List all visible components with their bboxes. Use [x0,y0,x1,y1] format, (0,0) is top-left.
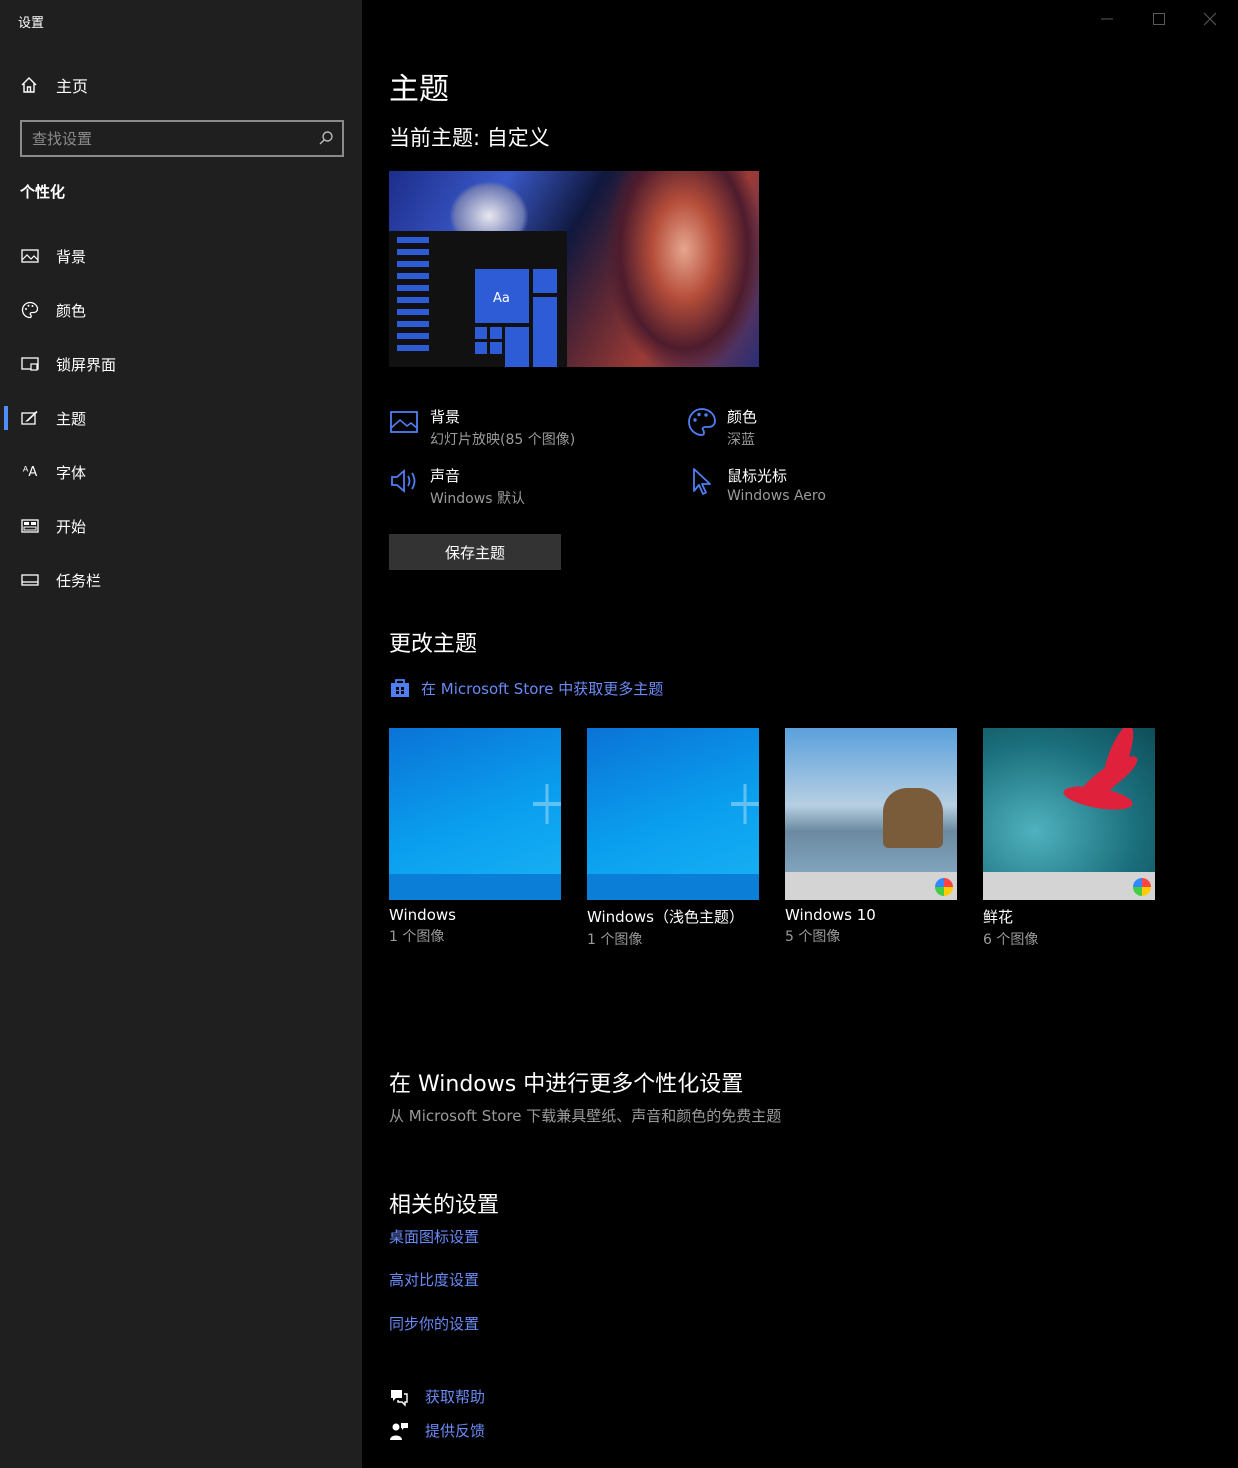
cursor-icon [693,468,711,495]
prop-label: 鼠标光标 [727,467,788,485]
color-wheel-icon [935,878,953,896]
theme-count: 5 个图像 [785,929,841,945]
save-theme-button[interactable]: 保存主题 [389,534,561,570]
sidebar-item-label: 锁屏界面 [56,355,117,374]
current-theme-label: 当前主题: 自定义 [389,126,550,150]
prop-value: 深蓝 [727,432,755,448]
prop-background[interactable]: 背景 幻灯片放映(85 个图像) [389,406,575,449]
change-theme-title: 更改主题 [389,632,478,657]
close-button[interactable] [1203,12,1217,30]
app-title: 设置 [18,16,45,31]
sidebar-item-label: 背景 [56,247,87,266]
sidebar-item-color[interactable]: 颜色 [0,290,362,330]
color-wheel-icon [1133,878,1151,896]
picture-icon [390,411,418,433]
prop-value: 幻灯片放映(85 个图像) [430,432,576,448]
sidebar-item-lock-screen[interactable]: 锁屏界面 [0,344,362,384]
theme-name: Windows 10 [785,906,876,924]
theme-card-windows-10[interactable]: Windows 10 5 个图像 [785,728,957,946]
sidebar-item-taskbar[interactable]: 任务栏 [0,560,362,600]
maximize-icon [1153,13,1165,25]
feedback-link[interactable]: 提供反馈 [389,1420,485,1441]
search-input[interactable] [32,122,302,155]
store-link[interactable]: 在 Microsoft Store 中获取更多主题 [389,677,663,699]
related-settings-title: 相关的设置 [389,1193,500,1218]
prop-value: Windows 默认 [430,491,525,507]
feedback-label: 提供反馈 [425,1422,486,1440]
sync-settings-link[interactable]: 同步你的设置 [389,1313,479,1334]
high-contrast-settings-link[interactable]: 高对比度设置 [389,1269,479,1290]
theme-card-windows-light[interactable]: Windows（浅色主题） 1 个图像 [587,728,759,949]
sidebar-item-label: 主题 [56,409,87,428]
prop-color[interactable]: 颜色 深蓝 [686,406,757,449]
palette-icon [21,301,39,319]
theme-count: 6 个图像 [983,932,1039,948]
sidebar-item-label: 任务栏 [56,571,102,590]
taskbar-icon [21,574,39,586]
desktop-icon-settings-link[interactable]: 桌面图标设置 [389,1226,479,1247]
section-title: 个性化 [20,183,66,201]
prop-label: 背景 [430,408,461,426]
sidebar-item-label: 开始 [56,517,87,536]
home-label: 主页 [56,77,89,96]
search-box[interactable] [20,120,344,157]
minimize-button[interactable] [1100,12,1114,30]
theme-thumbnail [983,728,1155,900]
prop-label: 颜色 [727,408,758,426]
theme-thumbnail [389,728,561,900]
sidebar-item-themes[interactable]: 主题 [0,398,362,438]
theme-thumbnail [587,728,759,900]
preview-tile-text: Aa [493,291,510,306]
sidebar: 设置 主页 个性化 背景 颜色 锁屏界面 主题 ᴬA 字体 开始 [0,0,362,1468]
theme-preview: Aa [389,171,759,367]
more-personalization-title: 在 Windows 中进行更多个性化设置 [389,1072,744,1097]
get-help-label: 获取帮助 [425,1388,486,1406]
prop-value: Windows Aero [727,488,826,504]
maximize-button[interactable] [1152,12,1166,30]
picture-icon [21,249,39,263]
theme-thumbnail [785,728,957,900]
speaker-icon [391,469,416,493]
close-icon [1203,12,1217,26]
store-link-label: 在 Microsoft Store 中获取更多主题 [421,679,664,698]
theme-name: Windows（浅色主题） [587,908,744,926]
theme-count: 1 个图像 [587,932,643,948]
theme-card-windows[interactable]: Windows 1 个图像 [389,728,561,946]
prop-cursor[interactable]: 鼠标光标 Windows Aero [686,465,826,504]
prop-sound[interactable]: 声音 Windows 默认 [389,465,525,508]
page-title: 主题 [389,72,449,107]
get-help-link[interactable]: 获取帮助 [389,1386,485,1407]
feedback-person-icon [390,1422,408,1440]
font-icon: ᴬA [22,464,38,480]
theme-name: 鲜花 [983,908,1014,926]
minimize-icon [1101,18,1113,20]
theme-count: 1 个图像 [389,929,445,945]
palette-icon [688,408,716,436]
start-menu-preview [389,231,567,367]
sidebar-item-label: 字体 [56,463,87,482]
more-personalization-sub: 从 Microsoft Store 下载兼具壁纸、声音和颜色的免费主题 [389,1107,782,1125]
prop-label: 声音 [430,467,461,485]
sidebar-item-label: 颜色 [56,301,87,320]
sidebar-item-background[interactable]: 背景 [0,236,362,276]
theme-brush-icon [21,410,38,425]
sidebar-item-start[interactable]: 开始 [0,506,362,546]
search-icon[interactable] [318,130,334,146]
theme-name: Windows [389,906,456,924]
sidebar-home[interactable]: 主页 [20,72,88,98]
theme-card-flowers[interactable]: 鲜花 6 个图像 [983,728,1155,949]
store-bag-icon [391,679,409,697]
lock-screen-icon [21,357,39,371]
help-chat-icon [391,1389,408,1407]
sidebar-item-fonts[interactable]: ᴬA 字体 [0,452,362,492]
home-icon [21,77,37,93]
start-icon [21,519,39,533]
